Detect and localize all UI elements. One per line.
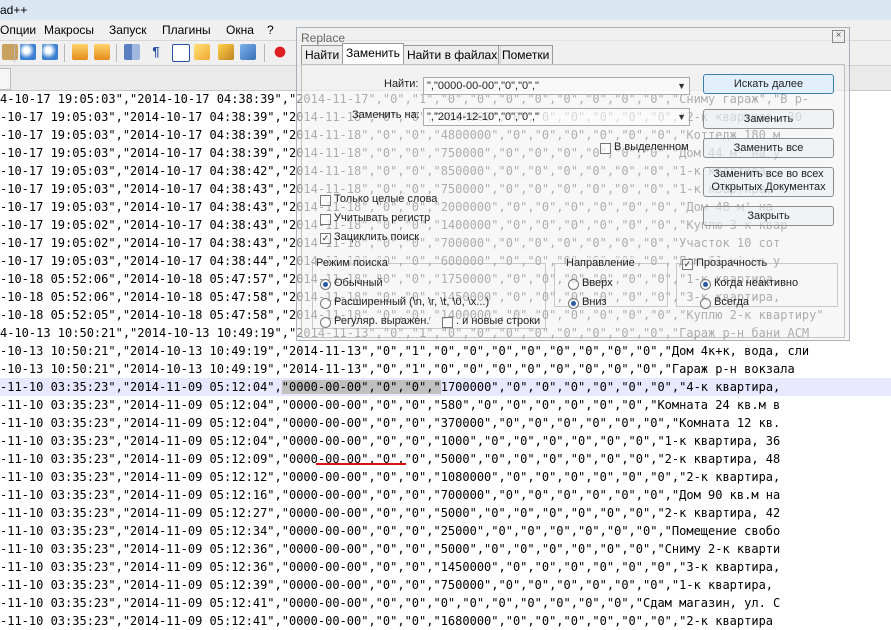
editor-line[interactable]: -11-10 03:35:23","2014-11-09 05:12:09","… [0, 450, 891, 468]
selected-text: "0000-00-00","0","0"," [281, 380, 441, 394]
close-button[interactable]: Закрыть [703, 206, 834, 226]
menu-run[interactable]: Запуск [109, 23, 147, 37]
search-mode-regex-label: Регуляр. выражен. [334, 315, 430, 327]
match-case-label: Учитывать регистр [334, 212, 431, 224]
direction-up-radio[interactable] [568, 279, 579, 290]
editor-line[interactable]: -11-10 03:35:23","2014-11-09 05:12:16","… [0, 486, 891, 504]
toolbar-separator [264, 44, 265, 62]
document-tab[interactable] [0, 68, 11, 90]
editor-line[interactable]: -11-10 03:35:23","2014-11-09 05:12:27","… [0, 504, 891, 522]
tab-replace[interactable]: Заменить [342, 43, 404, 64]
replace-dialog: Replace × Найти Заменить Найти в файлах … [296, 27, 850, 341]
search-mode-regex-radio[interactable] [320, 317, 331, 328]
replace-input[interactable]: ","2014-12-10","0","0"," ▼ [423, 108, 690, 126]
search-mode-normal-label: Обычный [334, 277, 383, 289]
find-next-button[interactable]: Искать далее [703, 74, 834, 94]
whole-word-label: Только целые слова [334, 193, 438, 205]
wrap-around-checkbox[interactable]: ✓ [320, 233, 331, 244]
search-mode-extended-label: Расширенный (\n, \r, \t, \0, \x...) [334, 296, 490, 308]
sync-v-icon[interactable] [72, 44, 88, 60]
editor-line[interactable]: -11-10 03:35:23","2014-11-09 05:12:34","… [0, 522, 891, 540]
toolbar-separator [64, 44, 65, 62]
find-input[interactable]: ","0000-00-00","0","0"," ▼ [423, 77, 690, 95]
window-title: ad++ [0, 3, 28, 17]
replace-button[interactable]: Заменить [703, 109, 834, 129]
wrap-around-label: Зациклить поиск [334, 231, 420, 243]
editor-line[interactable]: -11-10 03:35:23","2014-11-09 05:12:41","… [0, 612, 891, 630]
replace-label: Заменить на: [352, 109, 420, 121]
chevron-down-icon[interactable]: ▼ [677, 78, 686, 94]
replace-all-open-docs-button[interactable]: Заменить все во всех Открытых Документах [703, 167, 834, 197]
find-label: Найти: [384, 78, 419, 90]
whole-word-checkbox[interactable] [320, 195, 331, 206]
menu-help[interactable]: ? [267, 23, 274, 37]
toolbar-separator [116, 44, 117, 62]
find-input-value: ","0000-00-00","0","0"," [427, 80, 539, 92]
in-selection-label: В выделенном [614, 141, 689, 153]
tab-find-in-files[interactable]: Найти в файлах [403, 45, 502, 64]
menu-plugins[interactable]: Плагины [162, 23, 211, 37]
menu-macros[interactable]: Макросы [44, 23, 94, 37]
editor-line[interactable]: -11-10 03:35:23","2014-11-09 05:12:41","… [0, 594, 891, 612]
close-icon[interactable]: × [832, 30, 845, 43]
wrap-icon[interactable] [124, 44, 140, 60]
match-case-checkbox[interactable] [320, 214, 331, 225]
transparency-always-label: Всегда [714, 296, 750, 308]
replace-all-button[interactable]: Заменить все [703, 138, 834, 158]
search-mode-title: Режим поиска [316, 257, 388, 269]
menu-windows[interactable]: Окна [226, 23, 254, 37]
all-chars-icon[interactable]: ¶ [148, 44, 164, 60]
dialog-body: Найти: ","0000-00-00","0","0"," ▼ Замени… [301, 64, 845, 338]
record-macro-icon[interactable] [272, 44, 288, 60]
sync-h-icon[interactable] [94, 44, 110, 60]
tab-mark[interactable]: Пометки [498, 45, 554, 64]
editor-line[interactable]: -10-13 10:50:21","2014-10-13 10:49:19","… [0, 360, 891, 378]
transparency-checkbox[interactable]: ✓ [682, 259, 693, 270]
lang-icon[interactable] [194, 44, 210, 60]
direction-down-label: Вниз [582, 296, 607, 308]
editor-line[interactable]: -11-10 03:35:23","2014-11-09 05:12:04","… [0, 432, 891, 450]
menu-options[interactable]: Опции [0, 23, 36, 37]
indent-guide-icon[interactable] [172, 44, 190, 62]
editor-line[interactable]: -11-10 03:35:23","2014-11-09 05:12:36","… [0, 558, 891, 576]
direction-down-radio[interactable] [568, 298, 579, 309]
tab-find[interactable]: Найти [301, 45, 344, 64]
editor-line[interactable]: -11-10 03:35:23","2014-11-09 05:12:12","… [0, 468, 891, 486]
zoom-out-icon[interactable] [42, 44, 58, 60]
zoom-in-icon[interactable] [20, 44, 36, 60]
direction-up-label: Вверх [582, 277, 613, 289]
transparency-on-lose-focus-label: Когда неактивно [714, 277, 799, 289]
transparency-always-radio[interactable] [700, 298, 711, 309]
replace-input-value: ","2014-12-10","0","0"," [427, 111, 539, 123]
editor-line[interactable]: -11-10 03:35:23","2014-11-09 05:12:39","… [0, 576, 891, 594]
dialog-title: Replace [301, 31, 346, 45]
editor-line[interactable]: -11-10 03:35:23","2014-11-09 05:12:04","… [0, 378, 891, 396]
direction-title: Направление [566, 257, 635, 269]
transparency-on-lose-focus-radio[interactable] [700, 279, 711, 290]
dot-newline-label: . и новые строки [456, 315, 541, 327]
doc-map-icon[interactable] [218, 44, 234, 60]
red-underline-annotation [316, 463, 406, 465]
toolbar-prev-icon[interactable] [2, 44, 18, 60]
chevron-down-icon[interactable]: ▼ [677, 109, 686, 125]
editor-line[interactable]: -11-10 03:35:23","2014-11-09 05:12:36","… [0, 540, 891, 558]
search-mode-normal-radio[interactable] [320, 279, 331, 290]
editor-line[interactable]: -11-10 03:35:23","2014-11-09 05:12:04","… [0, 396, 891, 414]
func-list-icon[interactable] [240, 44, 256, 60]
transparency-title: Прозрачность [696, 257, 768, 269]
title-bar: ad++ [0, 0, 891, 21]
search-mode-extended-radio[interactable] [320, 298, 331, 309]
toolbar-separator [14, 44, 15, 62]
editor-line[interactable]: -10-13 10:50:21","2014-10-13 10:49:19","… [0, 342, 891, 360]
dot-newline-checkbox[interactable] [442, 317, 453, 328]
editor-line[interactable]: -11-10 03:35:23","2014-11-09 05:12:04","… [0, 414, 891, 432]
in-selection-checkbox[interactable] [600, 143, 611, 154]
